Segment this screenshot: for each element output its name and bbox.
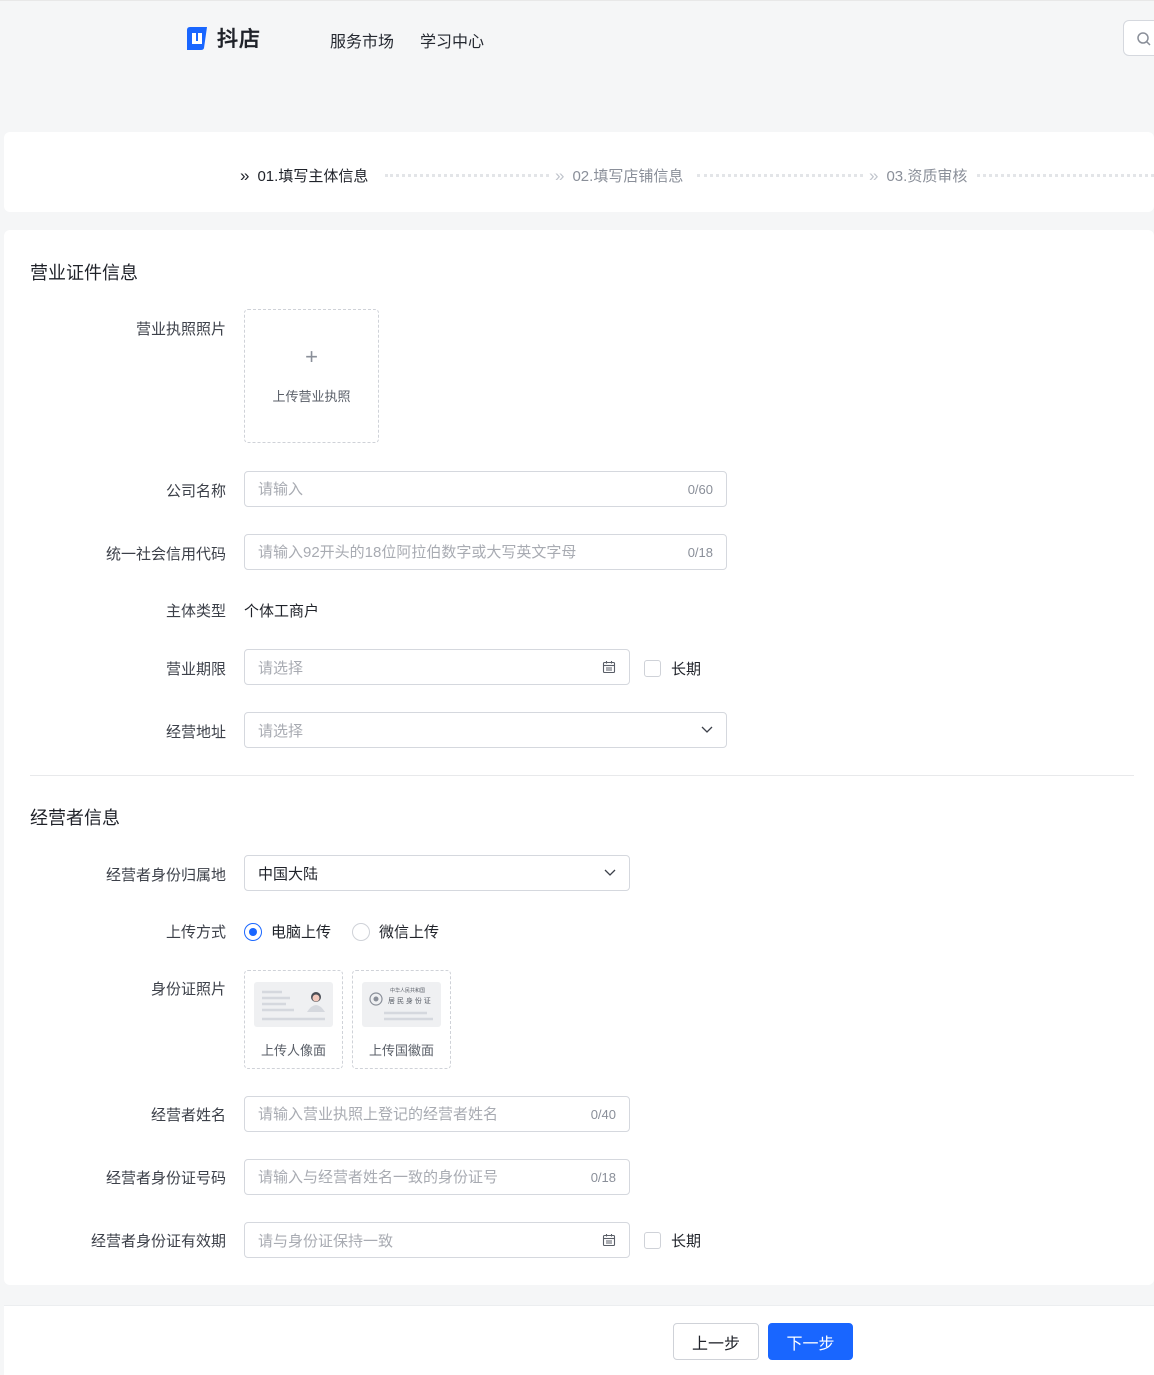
label-id-number: 经营者身份证号码 bbox=[105, 1170, 226, 1187]
step-connector bbox=[385, 174, 549, 177]
business-term-picker[interactable]: 请选择 bbox=[244, 649, 630, 685]
upload-id-front-text: 上传人像面 bbox=[260, 1043, 326, 1058]
id-back-illustration: 中华人民共和国 居 民 身 份 证 bbox=[362, 982, 441, 1027]
chevron-down-icon bbox=[701, 726, 713, 733]
company-name-field[interactable]: 0/60 bbox=[244, 471, 727, 507]
doudian-logo-icon bbox=[187, 27, 207, 50]
id-front-illustration bbox=[254, 982, 333, 1027]
main-form: 营业证件信息 营业执照照片 + 上传营业执照 公司名称 0/60 统一社会信用代… bbox=[4, 230, 1154, 1285]
logo[interactable]: 抖店 bbox=[183, 23, 261, 53]
char-counter: 0/18 bbox=[687, 544, 713, 560]
double-chevron-right-icon: » bbox=[555, 166, 565, 185]
label-id-region: 经营者身份归属地 bbox=[105, 867, 226, 884]
id-region-value: 中国大陆 bbox=[258, 865, 319, 883]
company-name-input[interactable] bbox=[258, 480, 680, 498]
label-id-validity: 经营者身份证有效期 bbox=[90, 1233, 226, 1250]
top-nav: 服务市场 学习中心 bbox=[330, 28, 484, 52]
id-number-field[interactable]: 0/18 bbox=[244, 1159, 630, 1195]
nav-learning-center[interactable]: 学习中心 bbox=[420, 28, 484, 52]
id-validity-placeholder: 请与身份证保持一致 bbox=[258, 1232, 394, 1250]
checkbox-box[interactable] bbox=[644, 660, 661, 677]
long-term-label: 长期 bbox=[671, 661, 702, 678]
search-input[interactable] bbox=[1123, 20, 1154, 56]
upload-license-text: 上传营业执照 bbox=[272, 389, 351, 404]
upload-license-button[interactable]: + 上传营业执照 bbox=[244, 309, 379, 443]
label-operator-name: 经营者姓名 bbox=[150, 1107, 226, 1124]
char-counter: 0/60 bbox=[687, 481, 713, 497]
radio-wechat-upload-label: 微信上传 bbox=[379, 924, 440, 941]
plus-icon: + bbox=[305, 344, 318, 369]
step-1-label: 01.填写主体信息 bbox=[257, 168, 369, 185]
id-front-icon bbox=[262, 990, 325, 1021]
radio-pc-upload-label: 电脑上传 bbox=[271, 924, 332, 941]
label-company-name: 公司名称 bbox=[165, 483, 226, 500]
label-id-photo: 身份证照片 bbox=[150, 981, 226, 998]
double-chevron-right-icon: » bbox=[869, 166, 879, 185]
credit-code-input[interactable] bbox=[258, 543, 680, 561]
label-entity-type: 主体类型 bbox=[165, 603, 226, 620]
step-1: » 01.填写主体信息 bbox=[240, 165, 368, 186]
long-term-label: 长期 bbox=[671, 1233, 702, 1250]
credit-code-field[interactable]: 0/18 bbox=[244, 534, 727, 570]
step-3-label: 03.资质审核 bbox=[886, 168, 968, 185]
step-connector bbox=[977, 174, 1154, 177]
business-address-placeholder: 请选择 bbox=[258, 722, 304, 740]
double-chevron-right-icon: » bbox=[240, 166, 250, 185]
char-counter: 0/40 bbox=[590, 1106, 616, 1122]
id-validity-long-checkbox[interactable]: 长期 bbox=[644, 1230, 701, 1251]
radio-wechat-upload[interactable]: 微信上传 bbox=[352, 921, 439, 942]
radio-pc-upload[interactable]: 电脑上传 bbox=[244, 921, 331, 942]
section-title-operator: 经营者信息 bbox=[30, 808, 120, 828]
footer-action-bar: 上一步 下一步 bbox=[4, 1305, 1154, 1375]
operator-name-input[interactable] bbox=[258, 1105, 583, 1123]
id-region-select[interactable]: 中国大陆 bbox=[244, 855, 630, 891]
label-credit-code: 统一社会信用代码 bbox=[105, 546, 226, 563]
step-2-label: 02.填写店铺信息 bbox=[572, 168, 684, 185]
steps-bar: » 01.填写主体信息 » 02.填写店铺信息 » 03.资质审核 bbox=[4, 132, 1154, 212]
label-license-photo: 营业执照照片 bbox=[135, 321, 226, 338]
checkbox-box[interactable] bbox=[644, 1232, 661, 1249]
step-2: » 02.填写店铺信息 bbox=[555, 165, 683, 186]
upload-id-front-button[interactable]: 上传人像面 bbox=[244, 970, 343, 1069]
char-counter: 0/18 bbox=[590, 1169, 616, 1185]
id-back-subtitle: 居 民 身 份 证 bbox=[388, 998, 431, 1005]
section-title-business: 营业证件信息 bbox=[30, 263, 138, 283]
logo-text: 抖店 bbox=[217, 28, 261, 51]
nav-service-market[interactable]: 服务市场 bbox=[330, 28, 394, 52]
label-business-address: 经营地址 bbox=[165, 724, 226, 741]
id-validity-picker[interactable]: 请与身份证保持一致 bbox=[244, 1222, 630, 1258]
business-term-placeholder: 请选择 bbox=[258, 659, 304, 677]
radio-button-selected[interactable] bbox=[244, 922, 262, 941]
prev-step-button[interactable]: 上一步 bbox=[673, 1323, 759, 1360]
business-term-long-checkbox[interactable]: 长期 bbox=[644, 658, 701, 679]
top-header: 抖店 服务市场 学习中心 bbox=[0, 0, 1154, 132]
calendar-icon bbox=[602, 661, 616, 674]
label-business-term: 营业期限 bbox=[165, 661, 226, 678]
label-upload-method: 上传方式 bbox=[165, 924, 226, 941]
id-number-input[interactable] bbox=[258, 1168, 583, 1186]
search-icon bbox=[1137, 32, 1151, 46]
business-address-select[interactable]: 请选择 bbox=[244, 712, 727, 748]
section-divider bbox=[30, 775, 1134, 776]
entity-type-value: 个体工商户 bbox=[244, 603, 320, 620]
radio-button[interactable] bbox=[352, 922, 370, 941]
upload-id-back-button[interactable]: 中华人民共和国 居 民 身 份 证 上传国徽面 bbox=[352, 970, 451, 1069]
upload-id-back-text: 上传国徽面 bbox=[368, 1043, 434, 1058]
id-back-title: 中华人民共和国 bbox=[390, 988, 426, 994]
step-connector bbox=[697, 174, 863, 177]
step-3: » 03.资质审核 bbox=[869, 165, 967, 186]
next-step-button[interactable]: 下一步 bbox=[768, 1323, 853, 1360]
operator-name-field[interactable]: 0/40 bbox=[244, 1096, 630, 1132]
chevron-down-icon bbox=[604, 869, 616, 876]
calendar-icon bbox=[602, 1234, 616, 1247]
